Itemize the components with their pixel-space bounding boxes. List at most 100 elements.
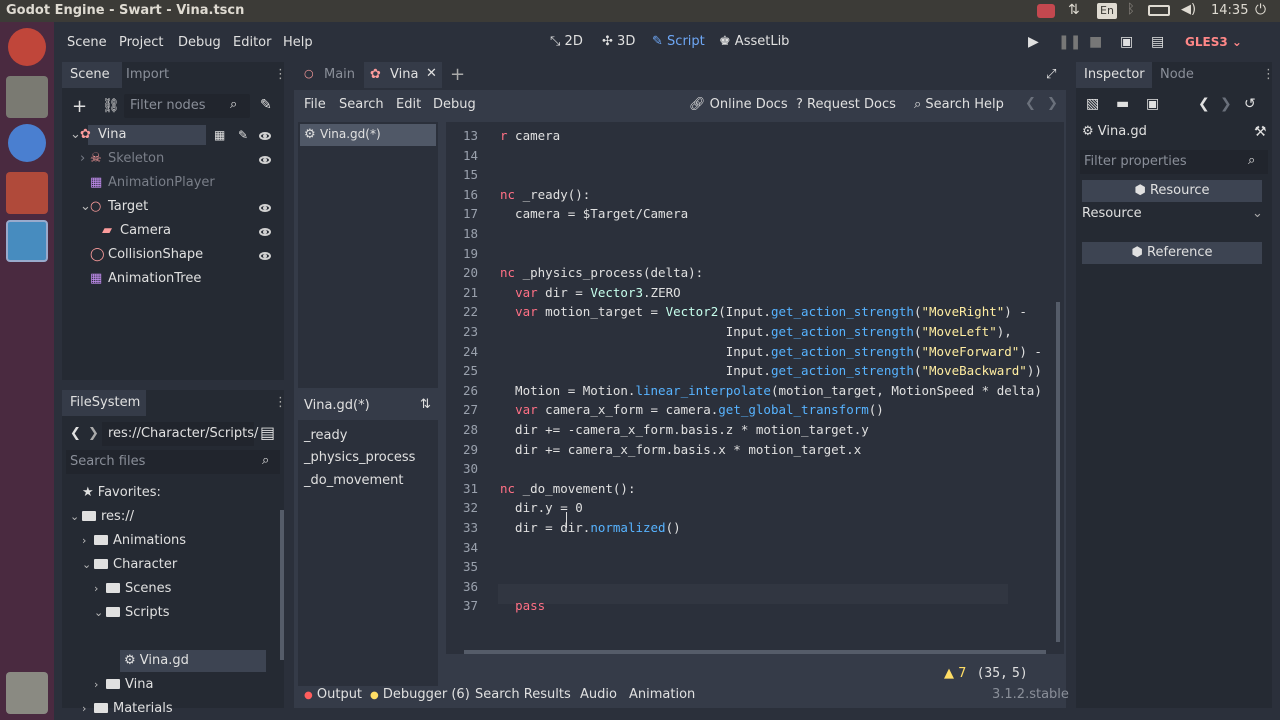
chevron-right-icon[interactable]: › bbox=[80, 148, 85, 170]
script-attach-icon[interactable]: ✎ bbox=[260, 97, 272, 113]
code-editor[interactable]: 13 r camera 14 15 16 nc _ready(): 17 camera = … bbox=[446, 122, 1064, 654]
resource-section-header[interactable]: ⬢ Resource bbox=[1082, 180, 1262, 202]
chrome-icon[interactable] bbox=[8, 124, 46, 162]
visibility-icon[interactable] bbox=[259, 252, 271, 260]
save-icon[interactable]: ▣ bbox=[1146, 96, 1159, 112]
tab-node[interactable]: Node bbox=[1160, 67, 1194, 82]
path-field[interactable]: res://Character/Scripts/ bbox=[102, 422, 258, 446]
reference-section-header[interactable]: ⬢ Reference bbox=[1082, 242, 1262, 264]
object-properties-icon[interactable]: ⚒ bbox=[1254, 124, 1267, 140]
renderer-select[interactable]: GLES3 ⌄ bbox=[1185, 35, 1242, 49]
tab-output[interactable]: ● Output bbox=[304, 687, 362, 702]
script-menu-debug[interactable]: Debug bbox=[433, 97, 476, 112]
dock-menu-icon[interactable]: ⋮ bbox=[274, 395, 287, 410]
dock-menu-icon[interactable]: ⋮ bbox=[274, 67, 287, 82]
trash-icon[interactable] bbox=[6, 672, 48, 714]
resource-property[interactable]: Resource ⌄ bbox=[1082, 204, 1263, 224]
network-icon[interactable]: ⇅ bbox=[1068, 2, 1080, 18]
tab-import[interactable]: Import bbox=[126, 67, 169, 82]
history-icon[interactable]: ↺ bbox=[1244, 96, 1256, 112]
battery-icon[interactable] bbox=[1148, 5, 1170, 16]
warning-count[interactable]: 7 bbox=[958, 666, 966, 681]
files-icon[interactable] bbox=[6, 76, 48, 118]
fs-vina-gd[interactable]: ⚙ Vina.gd bbox=[124, 650, 189, 672]
close-icon[interactable]: ✕ bbox=[426, 66, 437, 81]
forward-icon[interactable]: ❯ bbox=[1047, 96, 1058, 111]
menu-debug[interactable]: Debug bbox=[178, 35, 221, 50]
method-item[interactable]: _do_movement bbox=[304, 473, 404, 488]
visibility-icon[interactable] bbox=[259, 156, 271, 164]
tree-node-camera[interactable]: ▰ Camera bbox=[62, 220, 262, 242]
scrollbar[interactable] bbox=[280, 510, 284, 660]
script-menu-file[interactable]: File bbox=[304, 97, 326, 112]
tree-node-animationplayer[interactable]: ▦ AnimationPlayer bbox=[62, 172, 262, 194]
settings-icon[interactable] bbox=[6, 172, 48, 214]
filter-properties-input[interactable]: Filter properties ⌕ bbox=[1080, 150, 1268, 174]
tab-vina[interactable]: ✿ Vina ✕ bbox=[364, 62, 442, 88]
play-icon[interactable]: ▶ bbox=[1028, 34, 1039, 50]
menu-editor[interactable]: Editor bbox=[233, 35, 271, 50]
search-files-input[interactable]: Search files ⌕ bbox=[66, 450, 280, 474]
link-icon[interactable]: ⛓ bbox=[102, 98, 120, 114]
power-icon[interactable]: ⏻ bbox=[1255, 2, 1266, 18]
keyboard-layout[interactable]: En bbox=[1097, 3, 1117, 19]
menu-project[interactable]: Project bbox=[119, 35, 163, 50]
fs-scripts[interactable]: ⌄ Scripts bbox=[94, 602, 169, 624]
ubuntu-icon[interactable] bbox=[8, 28, 46, 66]
request-docs-button[interactable]: ? Request Docs bbox=[796, 97, 896, 112]
visibility-icon[interactable] bbox=[259, 204, 271, 212]
back-icon[interactable]: ❮ bbox=[70, 426, 81, 441]
tree-node-collisionshape[interactable]: ◯ CollisionShape bbox=[62, 244, 262, 266]
fs-scenes[interactable]: › Scenes bbox=[94, 578, 171, 600]
forward-icon[interactable]: ❯ bbox=[88, 426, 99, 441]
online-docs-button[interactable]: 🔗︎ Online Docs bbox=[689, 97, 788, 112]
back-icon[interactable]: ❮ bbox=[1198, 96, 1210, 112]
godot-icon[interactable] bbox=[6, 220, 48, 262]
menu-scene[interactable]: Scene bbox=[67, 35, 107, 50]
fs-materials[interactable]: › Materials bbox=[82, 698, 173, 716]
script-menu-edit[interactable]: Edit bbox=[396, 97, 421, 112]
script-menu-search[interactable]: Search bbox=[339, 97, 384, 112]
warning-icon[interactable]: ▲ bbox=[944, 666, 954, 681]
vertical-scrollbar[interactable] bbox=[1056, 302, 1060, 642]
workspace-script[interactable]: ✎ Script bbox=[652, 34, 705, 49]
new-resource-icon[interactable]: ▧ bbox=[1086, 96, 1099, 112]
method-item[interactable]: _ready bbox=[304, 428, 347, 443]
tab-search-results[interactable]: Search Results bbox=[475, 687, 571, 702]
search-help-button[interactable]: ⌕ Search Help bbox=[914, 97, 1004, 112]
stop-icon[interactable]: ■ bbox=[1089, 34, 1102, 50]
clock[interactable]: 14:35 bbox=[1211, 3, 1248, 18]
script-list-item[interactable]: ⚙ Vina.gd(*) bbox=[300, 124, 436, 146]
tab-debugger[interactable]: ● Debugger (6) bbox=[370, 687, 470, 702]
add-node-icon[interactable]: + bbox=[72, 96, 87, 117]
visibility-icon[interactable] bbox=[259, 132, 271, 140]
tab-audio[interactable]: Audio bbox=[580, 687, 617, 702]
tree-node-animationtree[interactable]: ▦ AnimationTree bbox=[62, 268, 262, 290]
distraction-free-icon[interactable]: ⤢ bbox=[1046, 67, 1056, 82]
fs-animations[interactable]: › Animations bbox=[82, 530, 186, 552]
back-icon[interactable]: ❮ bbox=[1025, 96, 1036, 111]
open-folder-icon[interactable]: ▬ bbox=[1116, 96, 1129, 112]
workspace-3d[interactable]: ✣ 3D bbox=[602, 34, 635, 49]
visibility-icon[interactable] bbox=[259, 228, 271, 236]
split-view-icon[interactable]: ▤ bbox=[260, 423, 275, 442]
tab-main[interactable]: ○ Main bbox=[298, 62, 360, 88]
script-icon[interactable]: ✎ bbox=[238, 128, 248, 142]
tree-node-target[interactable]: ⌄ ○ Target bbox=[62, 196, 262, 218]
record-icon[interactable] bbox=[1037, 4, 1055, 18]
add-tab-icon[interactable]: + bbox=[450, 64, 465, 85]
tree-node-vina[interactable]: ⌄ ✿ Vina bbox=[62, 124, 262, 146]
tree-node-skeleton[interactable]: › ☠ Skeleton bbox=[62, 148, 262, 170]
fs-character[interactable]: ⌄ Character bbox=[82, 554, 177, 576]
play-custom-scene-icon[interactable]: ▤ bbox=[1151, 34, 1164, 50]
menu-help[interactable]: Help bbox=[283, 35, 313, 50]
fs-res[interactable]: ⌄ res:// bbox=[70, 506, 134, 528]
fs-favorites[interactable]: ★ Favorites: bbox=[82, 482, 161, 504]
bluetooth-icon[interactable]: ᛒ bbox=[1127, 2, 1135, 17]
group-icon[interactable]: ▦ bbox=[214, 128, 225, 142]
method-item[interactable]: _physics_process bbox=[304, 450, 415, 465]
play-scene-icon[interactable]: ▣ bbox=[1120, 34, 1133, 50]
workspace-2d[interactable]: ⤡ 2D bbox=[550, 34, 583, 49]
sort-icon[interactable]: ⇅ bbox=[420, 397, 431, 412]
horizontal-scrollbar[interactable] bbox=[464, 650, 1046, 654]
